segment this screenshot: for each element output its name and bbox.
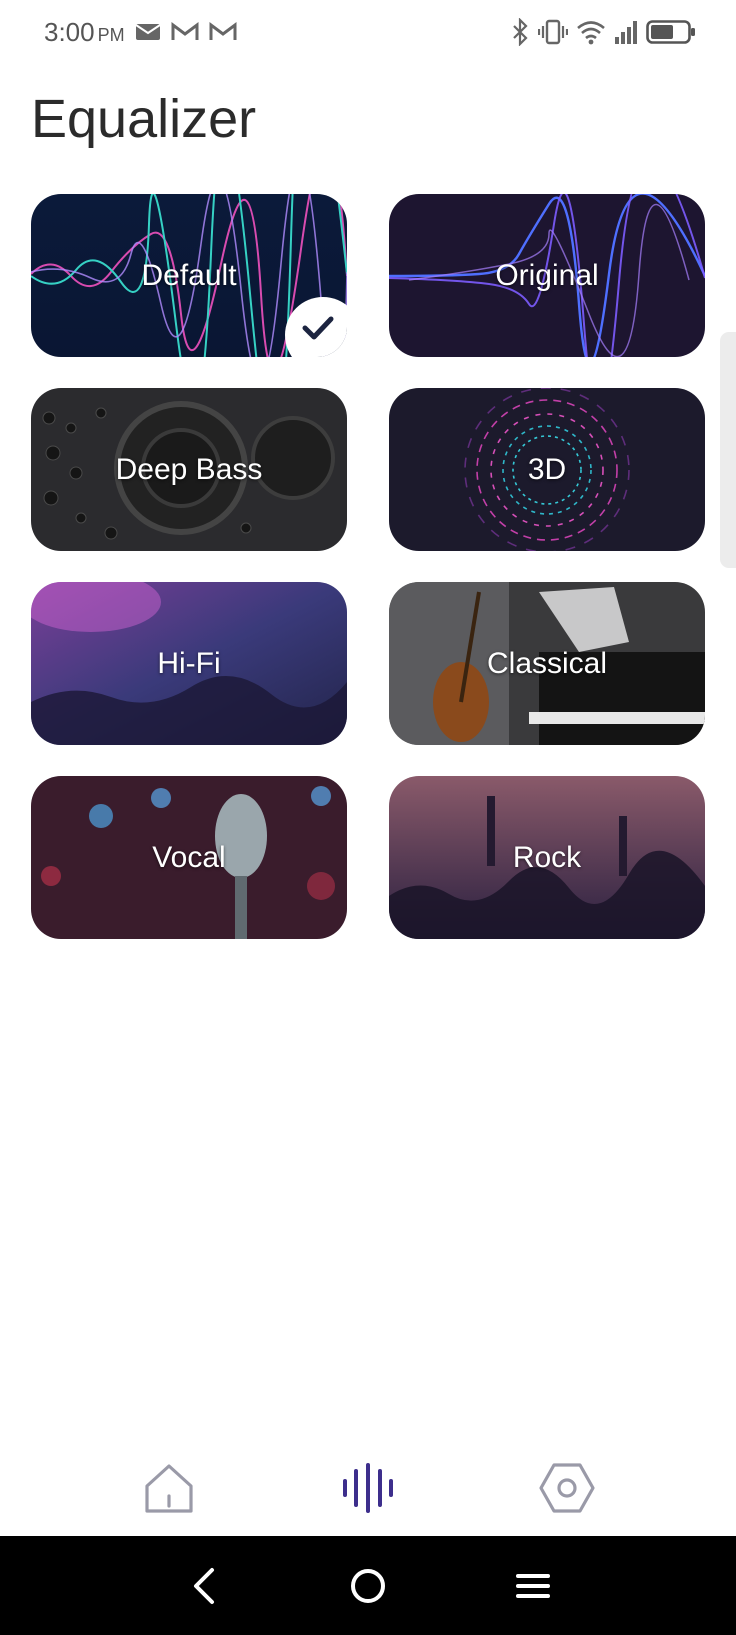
wifi-icon bbox=[577, 21, 605, 45]
preset-card-classical[interactable]: Classical bbox=[389, 582, 705, 745]
status-left: 3:00 PM bbox=[44, 17, 237, 48]
preset-label: Original bbox=[495, 258, 599, 292]
system-nav-bar bbox=[0, 1536, 736, 1635]
back-icon bbox=[193, 1567, 214, 1604]
preset-card-default[interactable]: Default bbox=[31, 194, 347, 357]
clock-time: 3:00 bbox=[44, 16, 95, 47]
page-title: Equalizer bbox=[31, 89, 257, 149]
preset-label: 3D bbox=[527, 452, 567, 486]
preset-grid: Default Original Deep Bass 3D Hi-Fi Clas… bbox=[31, 194, 705, 939]
clock-ampm: PM bbox=[97, 24, 125, 45]
preset-label: Hi-Fi bbox=[157, 646, 221, 680]
settings-icon bbox=[539, 1463, 595, 1513]
signal-icon bbox=[615, 21, 637, 44]
nav-back-button[interactable] bbox=[173, 1556, 233, 1616]
preset-card-3d[interactable]: 3D bbox=[389, 388, 705, 551]
clock: 3:00 PM bbox=[44, 17, 125, 48]
vibrate-icon bbox=[538, 19, 568, 45]
status-right bbox=[510, 18, 696, 46]
screen: 3:00 PM Equalizer Default Original Deep … bbox=[0, 0, 736, 1635]
tab-equalizer[interactable] bbox=[333, 1453, 403, 1523]
preset-label: Classical bbox=[486, 646, 608, 680]
battery-icon bbox=[646, 20, 695, 44]
circle-home-icon bbox=[350, 1568, 385, 1603]
menu-icon bbox=[516, 1573, 551, 1598]
scroll-handle[interactable] bbox=[720, 332, 736, 568]
preset-card-vocal[interactable]: Vocal bbox=[31, 776, 347, 939]
bluetooth-icon bbox=[513, 18, 528, 46]
equalizer-icon bbox=[342, 1463, 393, 1513]
preset-card-hi-fi[interactable]: Hi-Fi bbox=[31, 582, 347, 745]
nav-home-button[interactable] bbox=[338, 1556, 398, 1616]
home-icon bbox=[145, 1464, 193, 1513]
tab-settings[interactable] bbox=[532, 1453, 602, 1523]
preset-label: Deep Bass bbox=[115, 452, 263, 486]
preset-label: Rock bbox=[512, 840, 582, 874]
preset-label: Vocal bbox=[152, 840, 226, 874]
preset-card-original[interactable]: Original bbox=[389, 194, 705, 357]
gmail-icon bbox=[171, 22, 199, 40]
bottom-tab-bar bbox=[0, 1440, 736, 1536]
message-icon bbox=[135, 24, 161, 40]
preset-card-deep-bass[interactable]: Deep Bass bbox=[31, 388, 347, 551]
gmail-icon bbox=[209, 22, 237, 40]
status-bar: 3:00 PM bbox=[0, 0, 736, 64]
tab-home[interactable] bbox=[134, 1453, 204, 1523]
nav-recents-button[interactable] bbox=[503, 1556, 563, 1616]
preset-card-rock[interactable]: Rock bbox=[389, 776, 705, 939]
check-icon bbox=[302, 316, 334, 340]
